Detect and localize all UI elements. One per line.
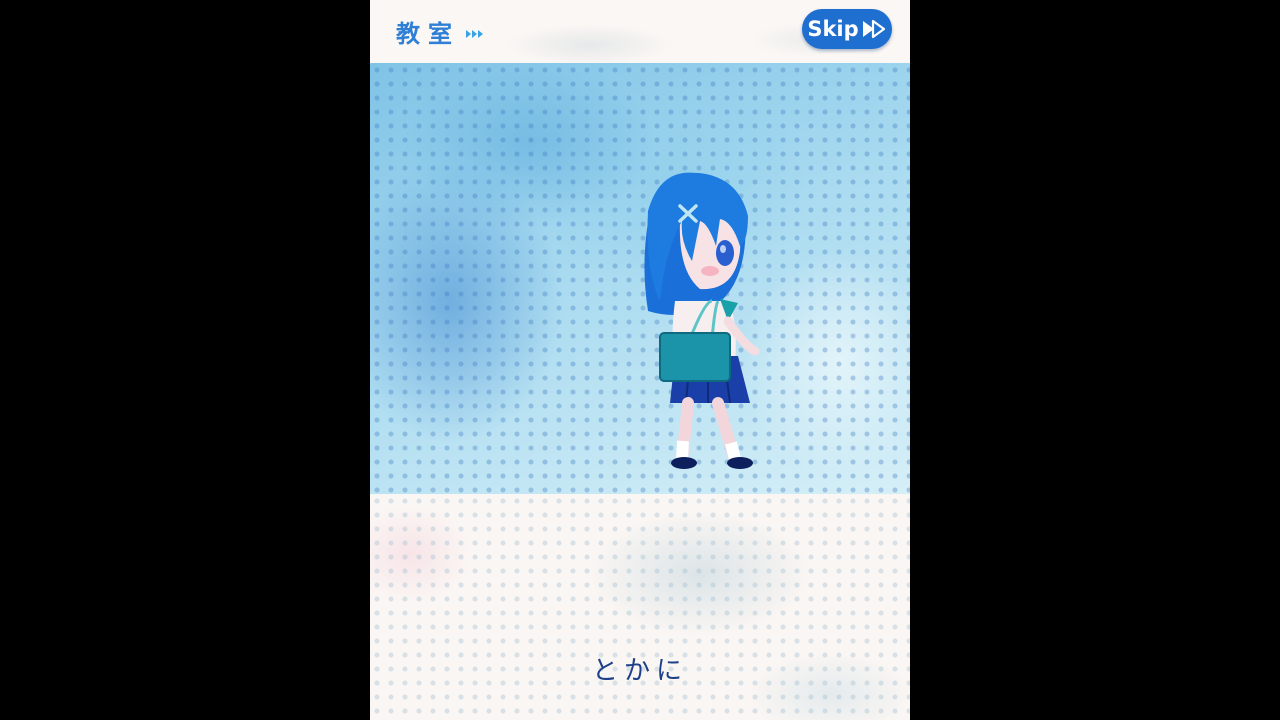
scene-background — [370, 63, 910, 494]
skip-button[interactable]: Skip — [802, 9, 892, 49]
location-label: 教室 — [396, 14, 483, 49]
location-name: 教室 — [396, 20, 460, 48]
fast-forward-icon — [862, 19, 885, 39]
header-bar: 教室 Skip — [370, 0, 910, 63]
game-stage[interactable]: 教室 Skip とかに — [370, 0, 910, 720]
schoolgirl-character-sprite — [644, 172, 760, 469]
skip-label: Skip — [807, 17, 859, 41]
dialogue-text: とかに — [591, 656, 688, 686]
triple-arrow-icon — [466, 29, 483, 38]
